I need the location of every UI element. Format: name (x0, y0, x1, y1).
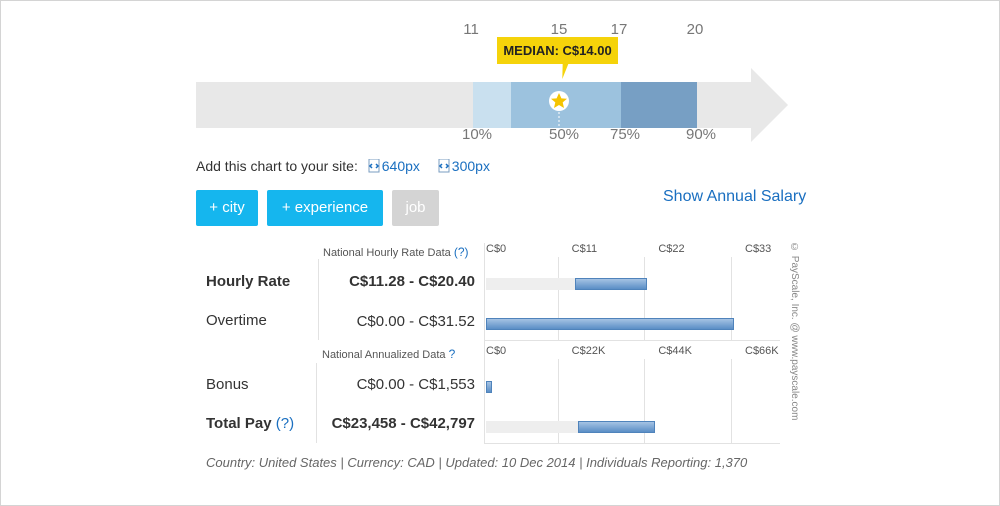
code-icon (368, 158, 380, 173)
pct-label-10: 10% (461, 126, 493, 143)
bonus-label: Bonus (206, 376, 249, 393)
embed-300-link[interactable]: 300px (436, 158, 490, 174)
annual-help-icon[interactable]: ? (449, 347, 456, 361)
add-city-button[interactable]: + city (196, 190, 258, 226)
overtime-label: Overtime (206, 312, 267, 329)
scale-label-11: 11 (463, 21, 479, 38)
hourly-rate-range: C$11.28 - C$20.40 (349, 273, 475, 290)
pct-label-50: 50% (548, 126, 580, 143)
hourly-section-header: National Hourly Rate Data (?) (323, 245, 469, 259)
range-bar (486, 318, 735, 330)
tick-label: C$66K (745, 345, 779, 357)
embed-line: Add this chart to your site: 640px 300px (196, 158, 490, 174)
tick-label: C$11 (571, 243, 598, 255)
tick-label: C$33 (745, 243, 772, 255)
total-pay-help-icon[interactable]: (?) (276, 415, 294, 432)
tick-label: C$22K (571, 345, 606, 357)
table-bottom-line (484, 443, 780, 444)
overtime-range: C$0.00 - C$31.52 (356, 313, 475, 330)
tick-label: C$0 (486, 345, 507, 357)
hourly-rate-label: Hourly Rate (206, 273, 291, 290)
embed-640-link[interactable]: 640px (366, 158, 424, 174)
embed-text: Add this chart to your site: (196, 158, 358, 174)
scale-label-20: 20 (686, 21, 704, 38)
median-badge: MEDIAN: C$14.00 (497, 37, 618, 64)
tick-label: C$22 (658, 243, 685, 255)
range-bar (574, 278, 647, 290)
hourly-help-icon[interactable]: (?) (454, 245, 469, 259)
pct-label-75: 75% (609, 126, 641, 143)
tick-label: C$44K (658, 345, 692, 357)
code-icon (438, 158, 450, 173)
scale-label-15: 15 (550, 21, 568, 38)
tick-label: C$0 (486, 243, 507, 255)
table-divider (484, 243, 485, 443)
range-bar-track (486, 278, 575, 290)
embed-300-label[interactable]: 300px (452, 158, 490, 174)
scale-label-17: 17 (610, 21, 628, 38)
pct-band-75-90 (621, 82, 697, 128)
total-pay-range: C$23,458 - C$42,797 (331, 415, 475, 432)
embed-640-label[interactable]: 640px (382, 158, 420, 174)
hourly-section-title: National Hourly Rate Data (323, 247, 451, 259)
total-pay-label: Total Pay (?) (206, 415, 294, 432)
range-bar-track (486, 421, 579, 433)
range-bar (486, 381, 493, 393)
add-experience-button[interactable]: + experience (267, 190, 383, 226)
payscale-credit: © PayScale, Inc. @ www.payscale.com (789, 242, 800, 421)
footer-info: Country: United States | Currency: CAD |… (206, 455, 748, 470)
show-annual-salary-link[interactable]: Show Annual Salary (663, 188, 806, 206)
pct-band-10-25 (473, 82, 511, 128)
add-job-button[interactable]: job (392, 190, 439, 226)
pct-label-90: 90% (685, 126, 717, 143)
annual-section-header: National Annualized Data ? (322, 347, 455, 361)
gridline (731, 359, 732, 443)
bonus-range: C$0.00 - C$1,553 (356, 376, 475, 393)
range-bar (578, 421, 655, 433)
section-separator (484, 340, 780, 341)
annual-section-title: National Annualized Data (322, 349, 446, 361)
total-pay-text: Total Pay (206, 415, 272, 432)
